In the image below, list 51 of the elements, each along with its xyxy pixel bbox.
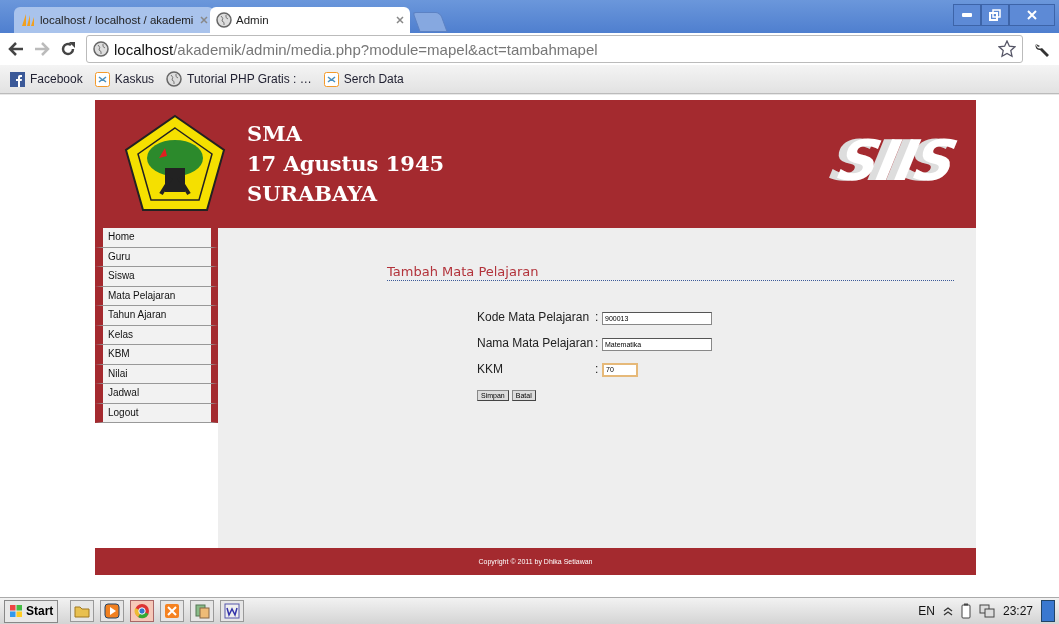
field-label: Kode Mata Pelajaran	[477, 309, 591, 326]
close-button[interactable]	[1009, 4, 1055, 26]
field-label: Nama Mata Pelajaran	[477, 335, 595, 352]
menu-item[interactable]: Nilai	[95, 364, 218, 384]
menu-item[interactable]: Tahun Ajaran	[95, 306, 218, 326]
bookmark-link[interactable]: Tutorial PHP Gratis : …	[166, 71, 312, 87]
bookmark-link[interactable]: Serch Data	[323, 71, 404, 87]
close-icon	[1026, 9, 1038, 21]
bookmark-link[interactable]: Kaskus	[94, 71, 155, 87]
browser-tab[interactable]: localhost / localhost / akademi	[14, 7, 214, 33]
menu-item[interactable]: Logout	[95, 403, 218, 423]
bookmark-link[interactable]: Facebook	[10, 71, 83, 87]
menu-item[interactable]: Home	[95, 228, 218, 248]
chevron-up-icon[interactable]	[942, 606, 953, 616]
school-name: SMA 17 Agustus 1945 SURABAYA	[247, 120, 445, 208]
menu-item[interactable]: KBM	[95, 345, 218, 365]
field-label: KKM	[477, 361, 504, 378]
menu-item[interactable]: Siswa	[95, 267, 218, 287]
clock-text[interactable]: 23:27	[1002, 604, 1033, 618]
start-button[interactable]: Start	[4, 599, 59, 623]
address-bar[interactable]: localhost/akademik/admin/media.php?module=mapel&act=tambahmapel	[86, 35, 1023, 63]
restore-icon	[989, 9, 1001, 21]
field-separator: :	[595, 336, 600, 350]
facebook-icon	[10, 71, 25, 87]
battery-icon[interactable]	[960, 603, 971, 619]
form-title: Tambah Mata Pelajaran	[387, 264, 954, 281]
menu-item[interactable]: Guru	[95, 247, 218, 267]
menu-item[interactable]: Mata Pelajaran	[95, 286, 218, 306]
restore-button[interactable]	[981, 4, 1009, 26]
field-separator: :	[595, 362, 600, 376]
field-separator: :	[595, 310, 600, 324]
star-icon[interactable]	[998, 40, 1016, 58]
network-icon[interactable]	[978, 603, 995, 619]
globe-icon	[166, 71, 183, 87]
globe-icon	[93, 41, 109, 57]
kaskus-icon	[94, 71, 110, 87]
back-icon[interactable]	[8, 42, 24, 56]
minimize-button[interactable]	[953, 4, 981, 26]
menu-item[interactable]: Jadwal	[95, 384, 218, 404]
language-indicator[interactable]: EN	[918, 604, 935, 618]
globe-icon	[216, 12, 232, 28]
menu-item[interactable]: Kelas	[95, 325, 218, 345]
windows-logo-icon	[9, 604, 23, 618]
show-desktop-button[interactable]	[1041, 600, 1055, 622]
kaskus-icon	[323, 71, 339, 87]
browser-tab[interactable]: Admin	[210, 7, 410, 33]
minimize-icon	[961, 12, 973, 18]
reload-icon[interactable]	[60, 41, 76, 57]
close-icon[interactable]	[396, 16, 404, 24]
brand-logo: SIIS	[832, 128, 961, 193]
sails-icon	[20, 12, 36, 28]
